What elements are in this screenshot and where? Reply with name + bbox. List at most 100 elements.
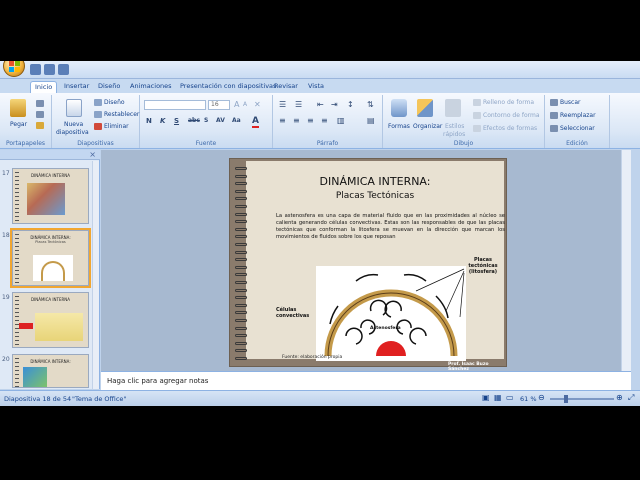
spiral-ring xyxy=(235,167,247,170)
smartart-icon[interactable]: ▤ xyxy=(367,116,375,125)
zoom-out-icon[interactable]: ⊖ xyxy=(538,393,545,402)
font-name-combo[interactable] xyxy=(144,100,206,110)
group-label-edicion: Edición xyxy=(566,140,588,147)
arrange-icon[interactable] xyxy=(417,99,433,117)
quick-styles-label-2[interactable]: rápidos xyxy=(443,131,465,138)
line-spacing-icon[interactable]: ↕ xyxy=(347,100,354,109)
zoom-in-icon[interactable]: ⊕ xyxy=(616,393,623,402)
slide-thumbnail-18[interactable]: DINÁMICA INTERNA: Placas Tectónicas xyxy=(10,228,91,288)
paste-button[interactable]: Pegar xyxy=(10,121,27,128)
effects-icon xyxy=(473,125,481,132)
spiral-ring xyxy=(235,205,247,208)
cut-icon[interactable] xyxy=(36,100,44,107)
new-slide-icon[interactable] xyxy=(66,99,82,117)
spiral-ring xyxy=(235,212,247,216)
quick-styles-icon[interactable] xyxy=(445,99,461,117)
new-slide-label-2[interactable]: diapositiva xyxy=(56,129,89,136)
shadow-icon[interactable]: S xyxy=(204,117,208,124)
paste-icon[interactable] xyxy=(10,99,26,117)
thumb-title: DINÁMICA INTERNA xyxy=(30,173,71,178)
numbering-icon[interactable]: ☰ xyxy=(295,100,302,109)
slide-title[interactable]: DINÁMICA INTERNA: xyxy=(246,175,504,188)
group-label-dibujo: Dibujo xyxy=(453,140,474,147)
select-button[interactable]: Seleccionar xyxy=(550,125,595,132)
pane-tabs: × xyxy=(0,150,100,160)
justify-icon[interactable]: ≡ xyxy=(321,116,328,125)
align-right-icon[interactable]: ≡ xyxy=(307,116,314,125)
quick-styles-label-1[interactable]: Estilos xyxy=(445,123,464,130)
shape-outline-button[interactable]: Contorno de forma xyxy=(473,112,540,119)
tab-animaciones[interactable]: Animaciones xyxy=(126,81,176,93)
copy-icon[interactable] xyxy=(36,111,44,118)
bullets-icon[interactable]: ☰ xyxy=(279,100,286,109)
decrease-indent-icon[interactable]: ⇤ xyxy=(317,100,324,109)
reset-button[interactable]: Restablecer xyxy=(94,111,139,118)
zoom-slider-thumb[interactable] xyxy=(564,395,568,403)
spiral-ring xyxy=(235,220,247,224)
notes-pane[interactable]: Haga clic para agregar notas xyxy=(101,371,631,390)
theme-name[interactable]: "Tema de Office" xyxy=(72,395,126,403)
tab-insertar[interactable]: Insertar xyxy=(60,81,93,93)
sorter-view-icon[interactable]: ▦ xyxy=(494,393,502,402)
format-painter-icon[interactable] xyxy=(36,122,44,129)
slide-thumbnail-19[interactable]: DINÁMICA INTERNA xyxy=(12,292,89,348)
save-icon[interactable] xyxy=(30,64,41,75)
align-left-icon[interactable]: ≡ xyxy=(279,116,286,125)
columns-icon[interactable]: ▥ xyxy=(337,116,345,125)
status-bar: Diapositiva 18 de 54 "Tema de Office" ▣ … xyxy=(0,390,640,406)
font-color-icon[interactable]: A xyxy=(252,116,259,128)
spacing-icon[interactable]: AV xyxy=(216,117,225,124)
current-slide[interactable]: DINÁMICA INTERNA: Placas Tectónicas La a… xyxy=(229,158,507,372)
shape-fill-button[interactable]: Relleno de forma xyxy=(473,99,534,106)
slide-subtitle[interactable]: Placas Tectónicas xyxy=(246,191,504,201)
tab-revisar[interactable]: Revisar xyxy=(270,81,302,93)
spiral-ring xyxy=(235,288,247,292)
change-case-icon[interactable]: Aa xyxy=(232,117,241,124)
bold-icon[interactable]: N xyxy=(146,117,152,125)
slideshow-view-icon[interactable]: ▭ xyxy=(506,393,514,402)
tab-vista[interactable]: Vista xyxy=(304,81,328,93)
spiral-ring xyxy=(235,235,247,239)
thumb-number: 17 xyxy=(2,170,10,177)
normal-view-icon[interactable]: ▣ xyxy=(482,393,490,402)
layout-button[interactable]: Diseño xyxy=(94,99,125,106)
shrink-font-icon[interactable]: A xyxy=(243,101,247,108)
align-center-icon[interactable]: ≡ xyxy=(293,116,300,125)
clear-format-icon[interactable]: ✕ xyxy=(254,100,261,109)
italic-icon[interactable]: K xyxy=(160,117,165,125)
shape-effects-button[interactable]: Efectos de formas xyxy=(473,125,537,132)
delete-button[interactable]: Eliminar xyxy=(94,123,129,130)
font-size-combo[interactable]: 16 xyxy=(208,100,230,110)
spiral-binding xyxy=(15,172,19,222)
slide-thumbnail-20[interactable]: DINÁMICA INTERNA: xyxy=(12,354,89,388)
strikethrough-icon[interactable]: abc xyxy=(188,117,200,124)
new-slide-label-1[interactable]: Nueva xyxy=(64,121,83,128)
tab-diseno[interactable]: Diseño xyxy=(94,81,124,93)
label-asthenosphere: Astenosfera xyxy=(370,326,401,331)
grow-font-icon[interactable]: A xyxy=(234,100,239,109)
shapes-button[interactable]: Formas xyxy=(388,123,410,130)
outline-icon xyxy=(473,112,481,119)
replace-button[interactable]: Reemplazar xyxy=(550,112,596,119)
close-icon[interactable]: × xyxy=(89,150,96,159)
spiral-ring xyxy=(235,174,247,178)
slide-thumbnail-17[interactable]: DINÁMICA INTERNA xyxy=(12,168,89,224)
shapes-icon[interactable] xyxy=(391,99,407,117)
find-button[interactable]: Buscar xyxy=(550,99,581,106)
undo-icon[interactable] xyxy=(44,64,55,75)
underline-icon[interactable]: S xyxy=(174,117,179,125)
zoom-slider[interactable] xyxy=(550,398,614,400)
tab-inicio[interactable]: Inicio xyxy=(30,81,58,93)
fit-window-icon[interactable]: ⤢ xyxy=(628,393,634,403)
text-direction-icon[interactable]: ⇅ xyxy=(367,100,374,109)
arrange-button[interactable]: Organizar xyxy=(413,123,442,130)
slide-body-text[interactable]: La astenosfera es una capa de material f… xyxy=(276,213,505,241)
tab-presentacion[interactable]: Presentación con diapositivas xyxy=(176,81,280,93)
vertical-scrollbar[interactable] xyxy=(621,150,631,406)
thumbnails-scrollbar[interactable] xyxy=(92,161,99,389)
redo-icon[interactable] xyxy=(58,64,69,75)
zoom-level[interactable]: 61 % xyxy=(520,395,537,403)
group-diapositivas: Nueva diapositiva Diseño Restablecer Eli… xyxy=(52,95,140,148)
increase-indent-icon[interactable]: ⇥ xyxy=(331,100,338,109)
spiral-ring xyxy=(235,357,247,360)
